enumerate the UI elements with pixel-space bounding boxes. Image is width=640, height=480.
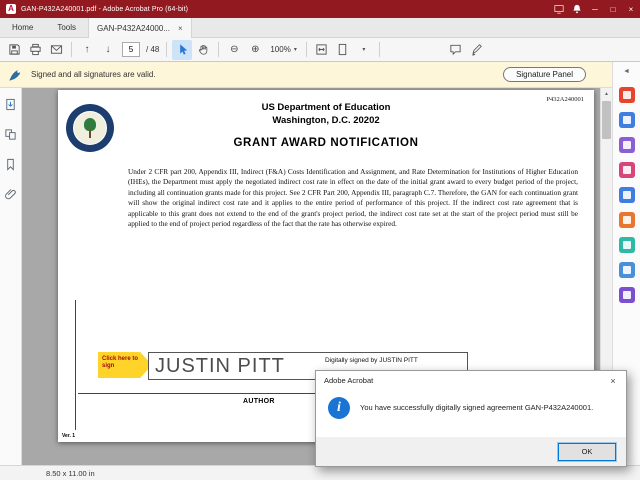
tab-close-icon[interactable]: × <box>178 24 183 33</box>
protect-tool[interactable] <box>619 262 635 278</box>
page-count-label: / 48 <box>144 45 161 54</box>
page-body-paragraph: Under 2 CFR part 200, Appendix III, Indi… <box>128 167 578 229</box>
close-button[interactable]: × <box>622 0 640 18</box>
dialog-titlebar: Adobe Acrobat × <box>316 371 626 390</box>
toolbar-separator <box>218 42 219 57</box>
zoom-in-button[interactable]: ⊕ <box>245 40 265 60</box>
organize-pages-tool[interactable] <box>619 212 635 228</box>
sign-pen-button[interactable] <box>467 40 487 60</box>
edit-pdf-tool[interactable] <box>619 112 635 128</box>
zoom-level-value: 100% <box>270 45 290 54</box>
page-view-button[interactable] <box>333 40 353 60</box>
page-header-line1: US Department of Education <box>58 102 594 113</box>
notifications-bell-icon[interactable] <box>568 0 586 18</box>
share-screen-icon[interactable] <box>550 0 568 18</box>
comment-button[interactable] <box>446 40 466 60</box>
collapse-panel-icon[interactable]: ◄ <box>623 68 630 75</box>
toolbar-separator <box>379 42 380 57</box>
sign-here-flag[interactable]: Click here to sign <box>98 352 152 378</box>
signature-panel-button[interactable]: Signature Panel <box>503 67 586 82</box>
dialog-footer: OK <box>316 437 626 466</box>
dialog-close-icon[interactable]: × <box>600 371 626 390</box>
window-title: GAN-P432A240001.pdf - Adobe Acrobat Pro … <box>21 6 188 13</box>
export-icon[interactable] <box>4 98 17 116</box>
page-view-dropdown-icon[interactable]: ▾ <box>354 40 374 60</box>
scrollbar-thumb[interactable] <box>602 101 611 139</box>
email-button[interactable] <box>46 40 66 60</box>
zoom-out-button[interactable]: ⊖ <box>224 40 244 60</box>
dialog-body: i You have successfully digitally signed… <box>316 390 626 426</box>
right-tools-icons <box>619 87 635 303</box>
version-label: Ver. 1 <box>62 433 75 439</box>
tab-bar: Home Tools GAN-P432A24000... × <box>0 18 640 38</box>
fill-sign-tool[interactable] <box>619 287 635 303</box>
bookmarks-icon[interactable] <box>4 158 17 176</box>
page-title: GRANT AWARD NOTIFICATION <box>58 137 594 149</box>
toolbar-separator <box>306 42 307 57</box>
page-header-line2: Washington, D.C. 20202 <box>58 115 594 126</box>
save-button[interactable] <box>4 40 24 60</box>
minimize-button[interactable]: ─ <box>586 0 604 18</box>
signature-status-bar: Signed and all signatures are valid. Sig… <box>0 62 612 88</box>
fit-width-button[interactable] <box>312 40 332 60</box>
info-icon: i <box>328 397 350 419</box>
create-pdf-tool[interactable] <box>619 137 635 153</box>
dialog-title: Adobe Acrobat <box>324 376 373 385</box>
page-thumbnails-icon[interactable] <box>4 128 17 146</box>
author-label: AUTHOR <box>243 398 275 405</box>
signature-status-message: Signed and all signatures are valid. <box>31 70 156 79</box>
scroll-up-icon[interactable]: ▲ <box>601 88 612 100</box>
signature-valid-icon <box>8 67 23 82</box>
tab-home[interactable]: Home <box>0 18 45 37</box>
status-bar: 8.50 x 11.00 in <box>0 465 640 480</box>
tab-tools[interactable]: Tools <box>45 18 88 37</box>
toolbar-separator <box>71 42 72 57</box>
toolbar: ↑ ↓ 5 / 48 ⊖ ⊕ 100% ▾ ▾ <box>0 38 640 62</box>
print-button[interactable] <box>25 40 45 60</box>
signature-detail: Digitally signed by JUSTIN PITT <box>325 357 418 364</box>
hand-tool-button[interactable] <box>193 40 213 60</box>
export-pdf-tool[interactable] <box>619 87 635 103</box>
select-tool-button[interactable] <box>172 40 192 60</box>
tab-document-label: GAN-P432A24000... <box>97 24 170 33</box>
tab-document[interactable]: GAN-P432A24000... × <box>88 18 192 38</box>
acrobat-app-icon: A <box>6 4 16 14</box>
toolbar-separator <box>166 42 167 57</box>
compress-pdf-tool[interactable] <box>619 237 635 253</box>
page-number-input[interactable]: 5 <box>122 42 140 57</box>
zoom-level-dropdown[interactable]: 100% ▾ <box>266 40 300 60</box>
chevron-down-icon: ▾ <box>294 46 297 53</box>
dialog-message: You have successfully digitally signed a… <box>360 397 593 419</box>
signature-name: JUSTIN PITT <box>155 355 285 378</box>
ok-button[interactable]: OK <box>558 443 616 461</box>
next-page-button[interactable]: ↓ <box>98 40 118 60</box>
comment-tool[interactable] <box>619 162 635 178</box>
titlebar: A GAN-P432A240001.pdf - Adobe Acrobat Pr… <box>0 0 640 18</box>
form-table-border <box>75 300 76 430</box>
combine-files-tool[interactable] <box>619 187 635 203</box>
previous-page-button[interactable]: ↑ <box>77 40 97 60</box>
page-size-label: 8.50 x 11.00 in <box>46 469 95 478</box>
maximize-button[interactable]: □ <box>604 0 622 18</box>
adobe-acrobat-dialog: Adobe Acrobat × i You have successfully … <box>315 370 627 467</box>
attachments-paperclip-icon[interactable] <box>4 188 17 206</box>
left-nav-rail <box>0 88 22 465</box>
